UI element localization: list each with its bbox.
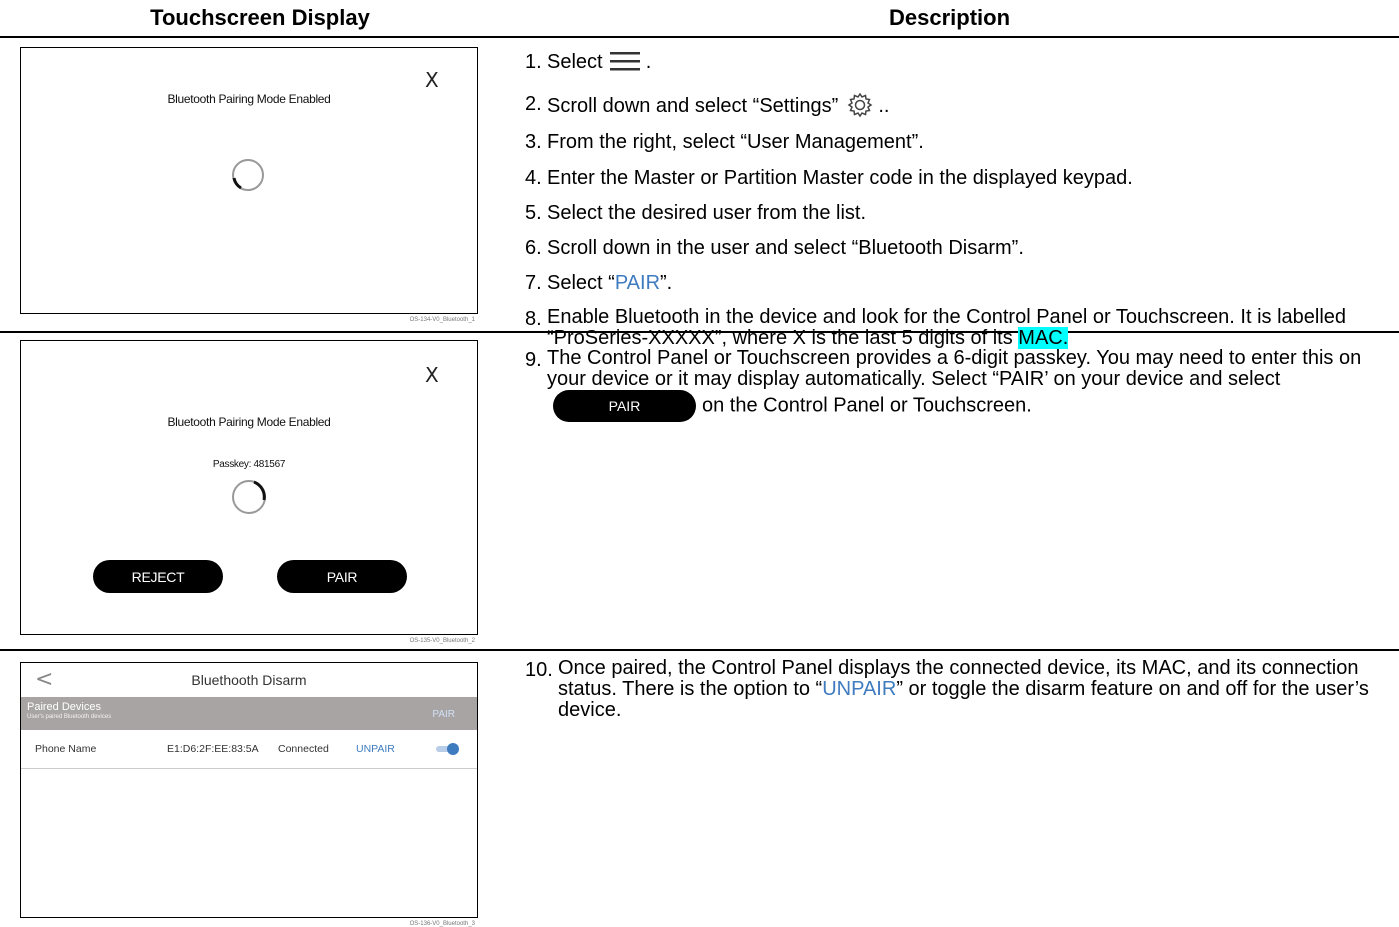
step-text: The Control Panel or Touchscreen provide… xyxy=(547,348,1387,422)
top-bar: < Bluethooth Disarm xyxy=(21,663,477,697)
step-number: 3. xyxy=(525,131,542,153)
loading-spinner-icon xyxy=(232,159,264,191)
step-text: Scroll down and select “Settings” .. xyxy=(547,92,890,118)
row-divider xyxy=(0,649,1399,651)
figure-code: OS-135-V0_Bluetooth_2 xyxy=(409,638,475,644)
paired-devices-subtitle: User's paired Bluetooth devices xyxy=(27,714,112,720)
screen-passkey: X Bluetooth Pairing Mode Enabled Passkey… xyxy=(20,340,478,644)
device-status: Connected xyxy=(278,743,329,755)
column-header-touchscreen: Touchscreen Display xyxy=(150,5,370,30)
step-text-part: Select xyxy=(547,51,603,73)
step-text: Select “PAIR”. xyxy=(547,271,672,295)
column-header-description: Description xyxy=(888,5,1011,30)
step-text-part: on the Control Panel or Touchscreen. xyxy=(702,394,1032,417)
step-text: Once paired, the Control Panel displays … xyxy=(558,658,1378,721)
step-text-part: ”. xyxy=(660,272,673,294)
step-text: Enable Bluetooth in the device and look … xyxy=(547,307,1377,349)
screen-title: Bluetooth Pairing Mode Enabled xyxy=(167,92,331,106)
disarm-toggle[interactable] xyxy=(436,743,459,755)
step-text-part: The Control Panel or Touchscreen provide… xyxy=(547,347,1362,390)
hamburger-menu-icon xyxy=(610,52,641,71)
step-number: 5. xyxy=(525,202,542,224)
gear-icon xyxy=(847,92,873,118)
passkey-label: Passkey: 481567 xyxy=(212,459,286,470)
screen-bluetooth-disarm: < Bluethooth Disarm Paired Devices User'… xyxy=(20,662,478,927)
pair-link: PAIR xyxy=(614,272,661,294)
step-number: 1. xyxy=(525,51,542,73)
mac-highlight: MAC. xyxy=(1018,327,1069,349)
step-text: Select . xyxy=(547,51,652,73)
unpair-link[interactable]: UNPAIR xyxy=(356,743,395,755)
device-name: Phone Name xyxy=(35,743,97,755)
paired-devices-title: Paired Devices xyxy=(27,701,101,713)
step-number: 10. xyxy=(525,659,553,681)
step-text-part: Select “ xyxy=(547,272,615,294)
inline-pair-button: PAIR xyxy=(553,390,696,422)
step-text-part: Scroll down and select “Settings” xyxy=(547,95,839,117)
step-number: 4. xyxy=(525,167,542,189)
figure-code: OS-134-V0_Bluetooth_1 xyxy=(409,317,475,323)
unpair-link: UNPAIR xyxy=(822,678,897,700)
close-icon[interactable]: X xyxy=(425,68,439,92)
step-number: 8. xyxy=(525,308,542,330)
step-number: 9. xyxy=(525,349,542,371)
device-row: Phone Name E1:D6:2F:EE:83:5A Connected U… xyxy=(21,730,477,769)
device-mac: E1:D6:2F:EE:83:5A xyxy=(167,743,259,755)
step-number: 6. xyxy=(525,237,542,259)
reject-button[interactable]: REJECT xyxy=(93,560,223,593)
screen-title: Bluetooth Pairing Mode Enabled xyxy=(167,415,331,429)
step-text: Enter the Master or Partition Master cod… xyxy=(547,167,1133,189)
screen-title: Bluethooth Disarm xyxy=(191,672,307,688)
paired-devices-header: Paired Devices User's paired Bluetooth d… xyxy=(21,697,477,730)
screen-pairing-mode: X Bluetooth Pairing Mode Enabled OS-134-… xyxy=(20,47,478,323)
step-text: From the right, select “User Management”… xyxy=(547,131,924,153)
close-icon[interactable]: X xyxy=(425,363,439,387)
pair-button[interactable]: PAIR xyxy=(277,560,407,593)
figure-code: OS-136-V0_Bluetooth_3 xyxy=(409,921,475,927)
step-number: 7. xyxy=(525,272,542,294)
loading-spinner-icon xyxy=(232,480,266,514)
step-text-part: Enable Bluetooth in the device and look … xyxy=(547,306,1347,349)
step-text: Select the desired user from the list. xyxy=(547,202,867,224)
toggle-knob xyxy=(447,743,459,755)
step-number: 2. xyxy=(525,93,542,115)
header-divider xyxy=(0,36,1399,38)
pair-link[interactable]: PAIR xyxy=(432,709,455,720)
step-text: Scroll down in the user and select “Blue… xyxy=(547,237,1024,259)
